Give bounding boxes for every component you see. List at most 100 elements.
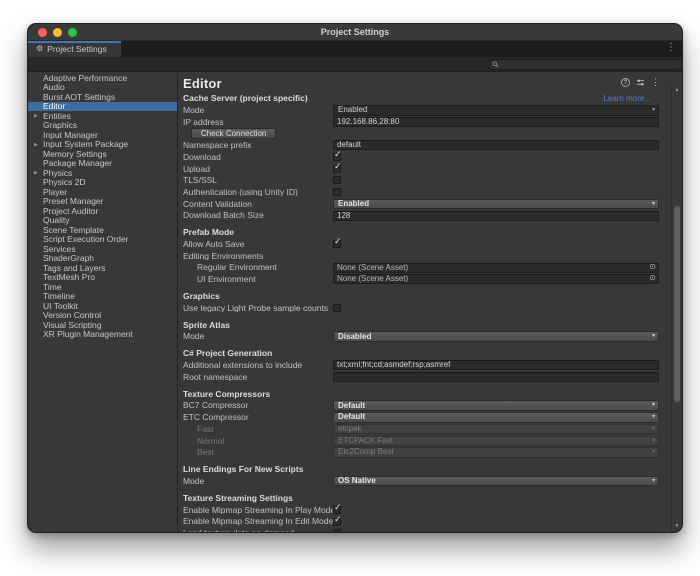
fold-arrow-icon[interactable]: ▶ [34,170,38,176]
enable-mipmap-streaming-in-play-mode-checkbox[interactable]: ✓ [333,506,341,514]
close-window-icon[interactable] [38,28,47,37]
field-value: 192.168.86.28:80 [333,117,659,127]
sidebar-item-physics-2d[interactable]: Physics 2D [28,178,177,188]
sidebar-item-label: Time [43,283,62,292]
fold-arrow-icon[interactable]: ▶ [34,142,38,148]
ip-address-input[interactable]: 192.168.86.28:80 [333,117,659,127]
field-value: None (Scene Asset)⊙ [333,274,659,284]
mode-dropdown[interactable]: OS Native▾ [333,476,659,487]
search-input[interactable] [487,59,683,70]
upload-checkbox[interactable]: ✓ [333,165,341,173]
active-tab-accent [28,41,121,43]
learn-more-link[interactable]: Learn more... [603,94,651,103]
tab-bar-menu-icon[interactable]: ⋮ [666,42,676,53]
ui-environment-object-field[interactable]: None (Scene Asset)⊙ [333,274,659,284]
sidebar-item-audio[interactable]: Audio [28,83,177,93]
minimize-window-icon[interactable] [53,28,62,37]
tls-ssl-checkbox[interactable] [333,176,341,184]
settings-row-upload: Upload✓ [178,163,659,175]
tab-bar: ⚙ Project Settings ⋮ [28,41,682,57]
sidebar-item-preset-manager[interactable]: Preset Manager [28,197,177,207]
checkmark-icon: ✓ [334,504,342,513]
sidebar-item-label: UI Toolkit [43,302,78,311]
vertical-scrollbar[interactable]: ▲ ▼ [671,85,682,532]
dropdown-value: Enabled [338,106,367,114]
field-label: TLS/SSL [183,176,333,185]
sidebar-item-timeline[interactable]: Timeline [28,292,177,302]
fold-arrow-icon[interactable]: ▶ [34,113,38,119]
additional-extensions-to-include-input[interactable]: txt;xml;fnt;cd;asmdef;rsp;asmref [333,360,659,370]
bc7-compressor-dropdown[interactable]: Default ▾ [333,400,659,411]
section-header-c-project-generation: C# Project Generation [178,347,659,360]
field-label: Download Batch Size [183,211,333,220]
field-label: Mode [183,477,333,486]
section-header-texture-compressors: Texture Compressors [178,387,659,400]
field-label: Root namespace [183,373,333,382]
sidebar-item-script-execution-order[interactable]: Script Execution Order [28,235,177,245]
traffic-lights [38,28,77,37]
allow-auto-save-checkbox[interactable]: ✓ [333,240,341,248]
scroll-down-icon[interactable]: ▼ [672,523,682,529]
sidebar-item-xr-plugin-management[interactable]: XR Plugin Management [28,330,177,340]
content-validation-dropdown[interactable]: Enabled▾ [333,199,659,210]
field-label: Best [183,448,333,457]
panel-menu-icon[interactable]: ⋮ [651,78,660,87]
sidebar-item-version-control[interactable]: Version Control [28,311,177,321]
sidebar-item-textmesh-pro[interactable]: TextMesh Pro [28,273,177,283]
regular-environment-object-field[interactable]: None (Scene Asset) ⊙ [333,263,659,273]
chevron-down-icon: ▾ [652,438,655,444]
etc-compressor-dropdown[interactable]: Default▾ [333,412,659,423]
section-title: Texture Streaming Settings [183,493,293,503]
authentication-using-unity-id-checkbox[interactable] [333,188,341,196]
sidebar-item-label: Services [43,245,76,254]
object-value: None (Scene Asset) [337,264,408,272]
sidebar-item-graphics[interactable]: Graphics [28,121,177,131]
scrollbar-thumb[interactable] [674,206,680,402]
sidebar-item-editor[interactable]: Editor [28,102,177,112]
use-legacy-light-probe-sample-counts-checkbox[interactable] [333,304,341,312]
sidebar-item-label: Player [43,188,67,197]
presets-icon[interactable] [636,78,645,87]
field-value [333,304,659,312]
settings-row-enable-mipmap-streaming-in-edit-mode: Enable Mipmap Streaming In Edit Mode✓ [178,516,659,528]
root-namespace-input[interactable] [333,372,659,382]
sidebar-item-label: Burst AOT Settings [43,93,115,102]
input-text: txt;xml;fnt;cd;asmdef;rsp;asmref [337,361,450,369]
window-title: Project Settings [321,27,390,37]
section-header-graphics: Graphics [178,290,659,303]
tab-project-settings[interactable]: ⚙ Project Settings [28,41,121,57]
sidebar-item-shadergraph[interactable]: ShaderGraph [28,254,177,264]
dropdown-value: Default [338,402,365,410]
settings-row-download: Download✓ [178,151,659,163]
mode-dropdown[interactable]: Disabled▾ [333,331,659,342]
scroll-up-icon[interactable]: ▲ [672,87,682,93]
sidebar-item-package-manager[interactable]: Package Manager [28,159,177,169]
download-checkbox[interactable]: ✓ [333,153,341,161]
field-value: Disabled▾ [333,331,659,342]
section-title: Sprite Atlas [183,320,230,330]
settings-rows: Cache Server (project specific)Learn mor… [178,92,682,532]
window-titlebar[interactable]: Project Settings [28,24,682,41]
download-batch-size-input[interactable]: 128 [333,211,659,221]
check-connection-button[interactable]: Check Connection [191,128,276,139]
field-value: ✓ [333,506,659,514]
sidebar-item-input-system-package[interactable]: ▶Input System Package [28,140,177,150]
load-texture-data-on-demand-checkbox[interactable] [333,529,341,532]
field-value: 128 [333,211,659,221]
namespace-prefix-input[interactable]: default [333,140,659,150]
enable-mipmap-streaming-in-edit-mode-checkbox[interactable]: ✓ [333,518,341,526]
chevron-down-icon: ▾ [652,402,655,408]
mode-dropdown[interactable]: Enabled▾ [333,105,659,116]
settings-row-load-texture-data-on-demand: Load texture data on demand [178,527,659,532]
sidebar-item-label: Timeline [43,292,75,301]
help-icon[interactable]: ? [621,78,630,87]
sidebar-item-label: Audio [43,83,65,92]
settings-row-etc-compressor: ETC CompressorDefault▾ [178,412,659,424]
object-picker-icon[interactable]: ⊙ [649,274,656,282]
object-picker-icon[interactable]: ⊙ [649,263,656,271]
sidebar-item-quality[interactable]: Quality [28,216,177,226]
checkmark-icon: ✓ [334,516,342,525]
field-label: IP address [183,118,333,127]
sidebar-item-label: Adaptive Performance [43,74,127,83]
zoom-window-icon[interactable] [68,28,77,37]
